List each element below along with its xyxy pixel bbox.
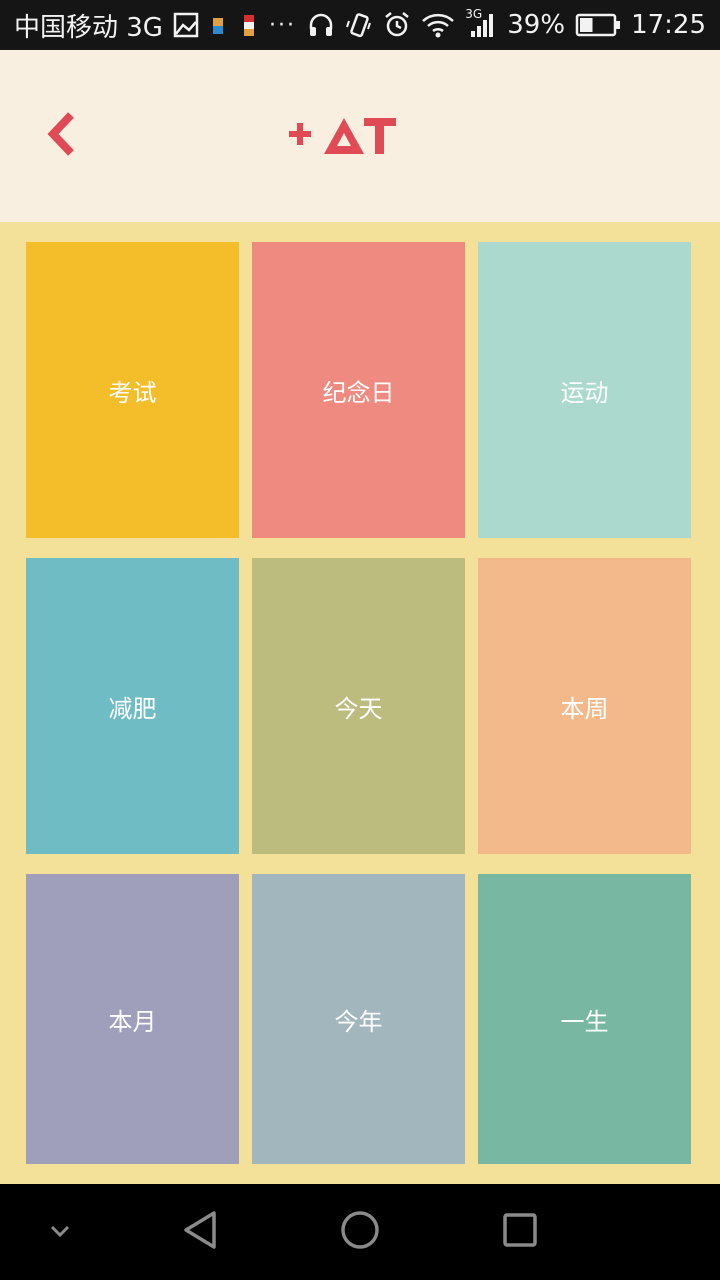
alarm-icon <box>383 11 411 39</box>
status-bar: 中国移动 3G ··· 3G 39% 17:25 <box>0 0 720 50</box>
nav-back-button[interactable] <box>172 1208 228 1256</box>
category-label: 考试 <box>108 378 157 407</box>
nav-home-button[interactable] <box>332 1208 388 1256</box>
back-button[interactable] <box>36 108 86 164</box>
nav-recents-button[interactable] <box>492 1208 548 1256</box>
image-icon <box>173 12 199 38</box>
category-tile[interactable]: 今年 <box>252 874 465 1164</box>
chevron-left-icon <box>45 111 77 161</box>
app-notification-icon <box>209 12 229 38</box>
vibrate-icon <box>345 11 373 39</box>
category-label: 纪念日 <box>322 378 395 407</box>
category-tile[interactable]: 纪念日 <box>252 242 465 538</box>
battery-percent: 39% <box>507 10 566 40</box>
category-label: 减肥 <box>108 694 157 723</box>
battery-fill <box>580 18 593 32</box>
home-circle-icon <box>340 1210 380 1254</box>
category-label: 今年 <box>334 1007 383 1036</box>
category-tile[interactable]: 考试 <box>26 242 239 538</box>
wifi-icon <box>421 11 455 39</box>
category-tile[interactable]: 本月 <box>26 874 239 1164</box>
signal-icon: 3G <box>465 7 497 39</box>
headphones-icon <box>307 11 335 39</box>
status-bar-left: 中国移动 3G ··· <box>14 7 307 44</box>
more-notifications: ··· <box>268 12 296 38</box>
category-tile[interactable]: 运动 <box>478 242 691 538</box>
category-label: 一生 <box>560 1007 609 1036</box>
chevron-down-icon <box>49 1223 71 1242</box>
category-tile[interactable]: 减肥 <box>26 558 239 854</box>
category-tile[interactable]: 一生 <box>478 874 691 1164</box>
clock: 17:25 <box>631 10 706 40</box>
network-type-label: 3G <box>465 7 483 21</box>
category-label: 今天 <box>334 694 383 723</box>
back-triangle-icon <box>182 1210 218 1254</box>
app-logo <box>286 114 406 160</box>
carrier-label: 中国移动 3G <box>14 12 163 43</box>
category-label: 运动 <box>560 378 609 407</box>
app-notification-icon <box>239 12 259 38</box>
status-bar-right: 3G 39% 17:25 <box>307 7 706 40</box>
category-label: 本周 <box>560 694 609 723</box>
category-tile[interactable]: 本周 <box>478 558 691 854</box>
hide-nav-button[interactable] <box>32 1208 88 1256</box>
battery-icon <box>575 12 621 38</box>
app-header <box>0 50 720 222</box>
navigation-bar <box>0 1184 720 1280</box>
category-tile[interactable]: 今天 <box>252 558 465 854</box>
category-label: 本月 <box>108 1007 157 1036</box>
recents-square-icon <box>502 1212 538 1252</box>
